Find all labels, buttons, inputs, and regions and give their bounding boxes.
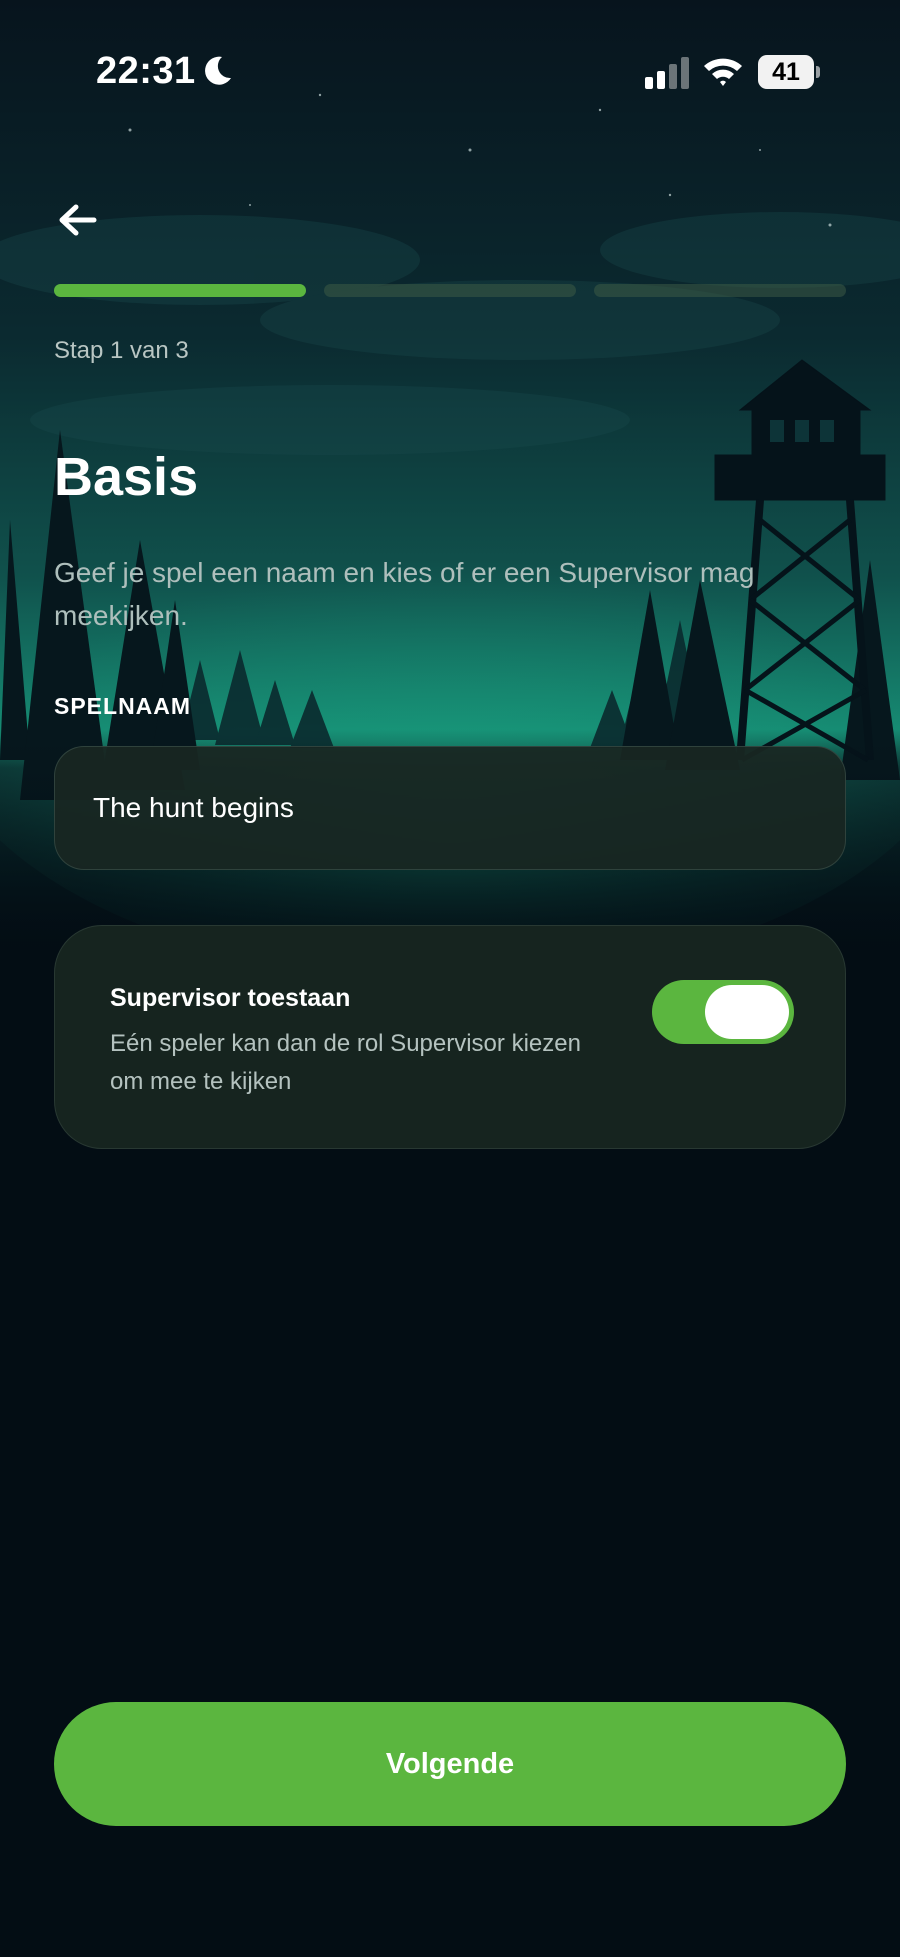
progress-segment-2 bbox=[324, 284, 576, 297]
page-description: Geef je spel een naam en kies of er een … bbox=[54, 557, 755, 631]
back-arrow-icon[interactable] bbox=[48, 190, 112, 254]
moon-icon bbox=[205, 56, 231, 85]
cellular-signal-icon bbox=[645, 57, 689, 89]
supervisor-toggle[interactable] bbox=[652, 980, 794, 1044]
progress-segment-3 bbox=[594, 284, 846, 297]
battery-level: 41 bbox=[758, 55, 814, 89]
progress-segment-1 bbox=[54, 284, 306, 297]
toggle-knob bbox=[705, 985, 789, 1039]
battery-icon: 41 bbox=[758, 55, 820, 89]
wifi-icon bbox=[704, 58, 742, 86]
step-progress-bar bbox=[54, 284, 846, 297]
supervisor-title: Supervisor toestaan bbox=[110, 984, 351, 1012]
battery-tip bbox=[816, 66, 820, 78]
game-name-input[interactable] bbox=[54, 746, 846, 870]
game-name-label: SPELNAAM bbox=[54, 693, 192, 719]
page-title: Basis bbox=[54, 447, 199, 507]
supervisor-description: Eén speler kan dan de rol Supervisor kie… bbox=[110, 1030, 581, 1095]
status-bar: 22:31 41 bbox=[0, 0, 900, 150]
step-label: Stap 1 van 3 bbox=[54, 337, 189, 364]
supervisor-card: Supervisor toestaan Eén speler kan dan d… bbox=[54, 925, 846, 1149]
screen: 22:31 41 Stap 1 van 3 Basis Geef je spel… bbox=[0, 0, 900, 1957]
status-time: 22:31 bbox=[96, 50, 196, 92]
next-button[interactable]: Volgende bbox=[54, 1702, 846, 1826]
